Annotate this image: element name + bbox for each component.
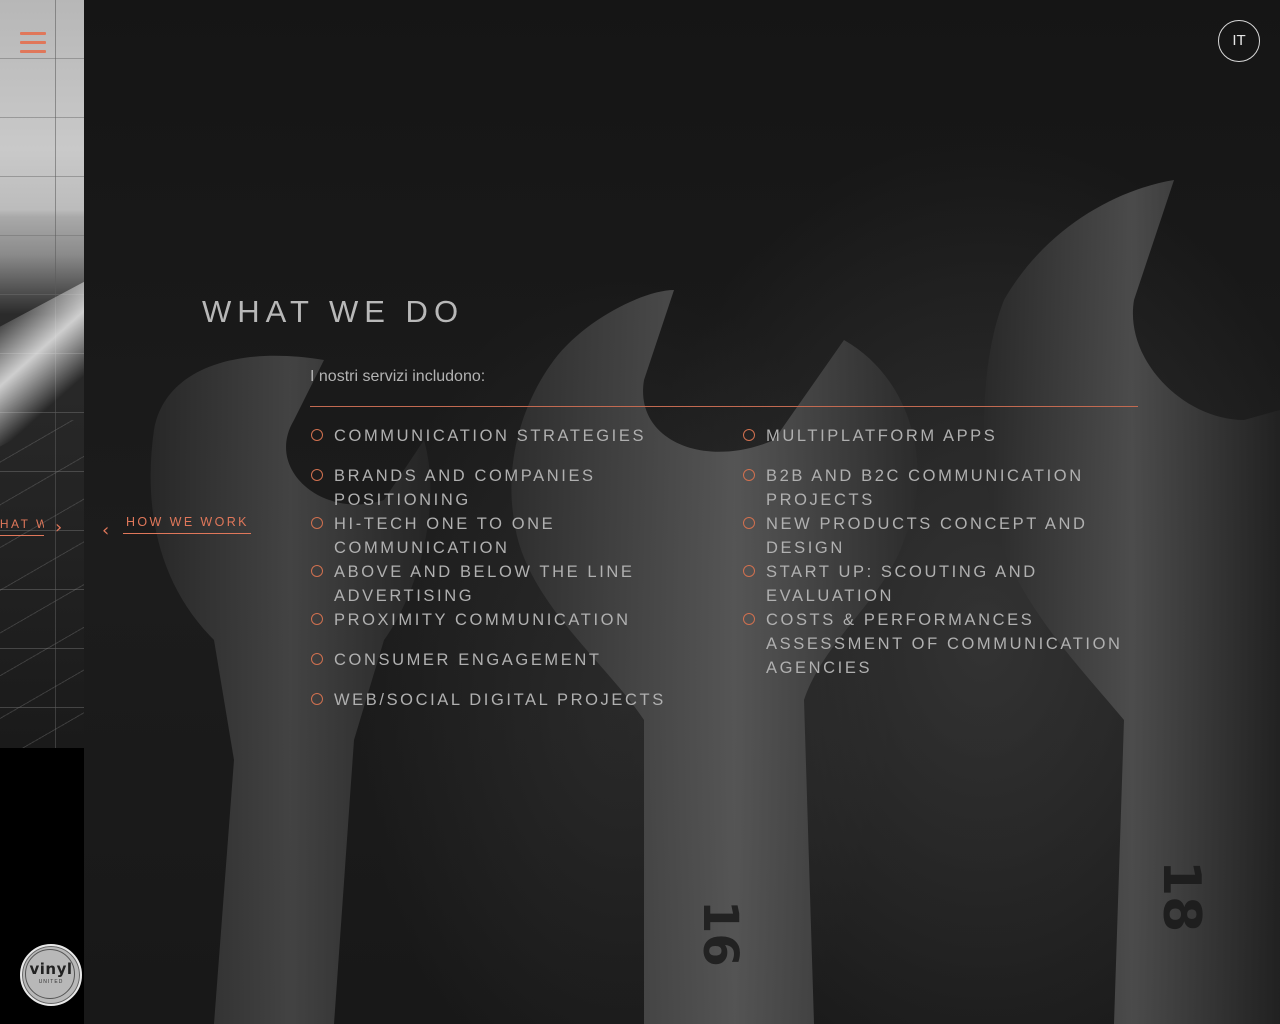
- page-title: WHAT WE DO: [202, 294, 465, 329]
- service-label: COSTS & PERFORMANCES ASSESSMENT OF COMMU…: [766, 611, 1123, 677]
- page: 16 18 WHAT WE DO › vinyl UNITED IT ‹ HOW…: [0, 0, 1280, 1024]
- services-list-left: COMMUNICATION STRATEGIES BRANDS AND COMP…: [310, 424, 730, 728]
- circle-bullet-icon: [743, 565, 755, 577]
- circle-bullet-icon: [743, 517, 755, 529]
- service-item: ABOVE AND BELOW THE LINE ADVERTISING: [310, 560, 730, 608]
- circle-bullet-icon: [311, 693, 323, 705]
- service-item: B2B AND B2C COMMUNICATION PROJECTS: [742, 464, 1142, 512]
- service-label: NEW PRODUCTS CONCEPT AND DESIGN: [766, 515, 1088, 557]
- prev-section-label: HOW WE WORK: [123, 515, 251, 534]
- service-item: NEW PRODUCTS CONCEPT AND DESIGN: [742, 512, 1142, 560]
- service-item: MULTIPLATFORM APPS: [742, 424, 1142, 448]
- service-item: WEB/SOCIAL DIGITAL PROJECTS: [310, 688, 730, 712]
- circle-bullet-icon: [311, 429, 323, 441]
- service-label: BRANDS AND COMPANIES POSITIONING: [334, 467, 596, 509]
- service-item: HI-TECH ONE TO ONE COMMUNICATION: [310, 512, 730, 560]
- service-label: B2B AND B2C COMMUNICATION PROJECTS: [766, 467, 1084, 509]
- language-button[interactable]: IT: [1218, 20, 1260, 62]
- service-item: START UP: SCOUTING AND EVALUATION: [742, 560, 1142, 608]
- circle-bullet-icon: [743, 429, 755, 441]
- services-list-right: MULTIPLATFORM APPS B2B AND B2C COMMUNICA…: [742, 424, 1142, 680]
- service-label: COMMUNICATION STRATEGIES: [334, 427, 647, 445]
- service-label: CONSUMER ENGAGEMENT: [334, 651, 602, 669]
- service-label: HI-TECH ONE TO ONE COMMUNICATION: [334, 515, 556, 557]
- intro-text: I nostri servizi includono:: [310, 368, 486, 385]
- service-item: BRANDS AND COMPANIES POSITIONING: [310, 464, 730, 512]
- service-item: COMMUNICATION STRATEGIES: [310, 424, 730, 448]
- circle-bullet-icon: [311, 613, 323, 625]
- service-label: MULTIPLATFORM APPS: [766, 427, 998, 445]
- chevron-left-icon: ‹: [102, 520, 110, 541]
- service-label: START UP: SCOUTING AND EVALUATION: [766, 563, 1038, 605]
- service-item: COSTS & PERFORMANCES ASSESSMENT OF COMMU…: [742, 608, 1142, 680]
- circle-bullet-icon: [743, 613, 755, 625]
- service-label: ABOVE AND BELOW THE LINE ADVERTISING: [334, 563, 635, 605]
- prev-section-link[interactable]: ‹ HOW WE WORK: [100, 512, 251, 542]
- divider: [310, 406, 1138, 407]
- service-label: PROXIMITY COMMUNICATION: [334, 611, 631, 629]
- service-label: WEB/SOCIAL DIGITAL PROJECTS: [334, 691, 666, 709]
- circle-bullet-icon: [311, 517, 323, 529]
- service-item: CONSUMER ENGAGEMENT: [310, 648, 730, 672]
- circle-bullet-icon: [743, 469, 755, 481]
- circle-bullet-icon: [311, 469, 323, 481]
- service-item: PROXIMITY COMMUNICATION: [310, 608, 730, 632]
- circle-bullet-icon: [311, 653, 323, 665]
- circle-bullet-icon: [311, 565, 323, 577]
